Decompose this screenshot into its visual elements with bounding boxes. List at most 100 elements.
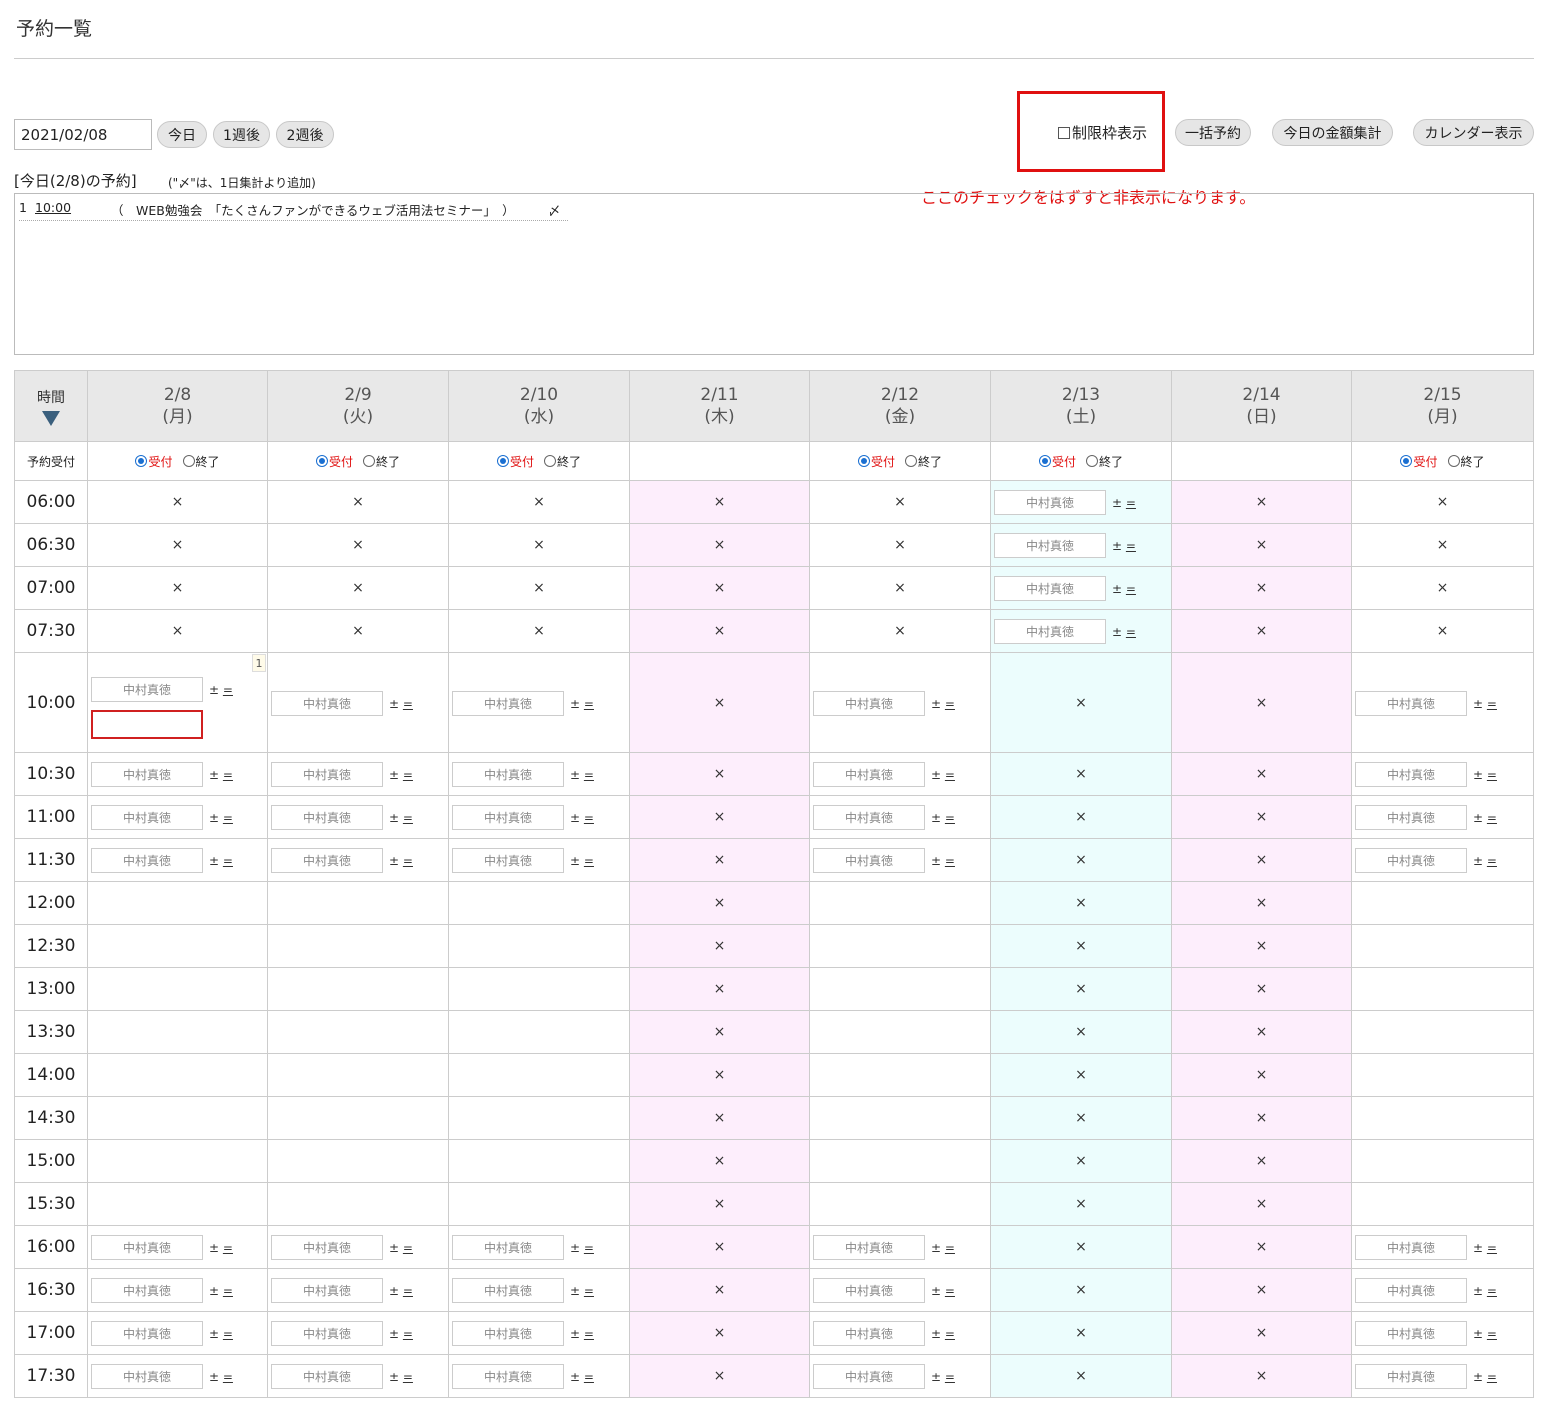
equals-icon[interactable]: = — [1487, 1241, 1497, 1255]
adjust-controls[interactable]: ± = — [931, 768, 955, 782]
time-slot-cell[interactable]: × — [630, 753, 810, 796]
adjust-controls[interactable]: ± = — [570, 768, 594, 782]
time-slot-cell[interactable] — [810, 1097, 991, 1140]
time-slot-cell[interactable]: 中村真徳 ± = — [449, 1355, 630, 1398]
time-slot-cell[interactable]: 中村真徳 ± = — [1352, 653, 1534, 753]
adjust-controls[interactable]: ± = — [1473, 1327, 1497, 1341]
time-slot-cell[interactable] — [268, 1183, 449, 1226]
time-slot-cell[interactable]: × — [1172, 925, 1352, 968]
staff-name-field[interactable]: 中村真徳 — [813, 1364, 925, 1389]
equals-icon[interactable]: = — [403, 1241, 413, 1255]
plus-minus-icon[interactable]: ± — [209, 811, 219, 825]
time-slot-cell[interactable]: × — [1172, 753, 1352, 796]
time-slot-cell[interactable] — [1352, 1054, 1534, 1097]
time-slot-cell[interactable]: 中村真徳 ± = — [991, 567, 1172, 610]
limit-frame-toggle[interactable]: 制限枠表示 — [1058, 122, 1147, 143]
time-slot-cell[interactable]: × — [630, 567, 810, 610]
plus-minus-icon[interactable]: ± — [389, 768, 399, 782]
time-slot-cell[interactable]: × — [991, 1183, 1172, 1226]
time-slot-cell[interactable]: × — [630, 1054, 810, 1097]
time-slot-cell[interactable]: 中村真徳 ± = — [810, 1269, 991, 1312]
time-slot-cell[interactable]: × — [630, 1140, 810, 1183]
time-slot-cell[interactable] — [1352, 882, 1534, 925]
adjust-controls[interactable]: ± = — [1473, 1370, 1497, 1384]
accept-radio[interactable] — [135, 455, 148, 467]
plus-minus-icon[interactable]: ± — [389, 854, 399, 868]
staff-name-field[interactable]: 中村真徳 — [271, 848, 383, 873]
time-slot-cell[interactable]: × — [991, 1054, 1172, 1097]
time-slot-cell[interactable]: × — [991, 839, 1172, 882]
staff-name-field[interactable]: 中村真徳 — [1355, 1278, 1467, 1303]
staff-name-field[interactable]: 中村真徳 — [271, 762, 383, 787]
staff-name-field[interactable]: 中村真徳 — [271, 1321, 383, 1346]
plus-minus-icon[interactable]: ± — [1473, 854, 1483, 868]
adjust-controls[interactable]: ± = — [389, 811, 413, 825]
time-slot-cell[interactable] — [1352, 925, 1534, 968]
time-slot-cell[interactable]: 中村真徳 ± = — [449, 1312, 630, 1355]
time-slot-cell[interactable]: × — [630, 653, 810, 753]
time-slot-cell[interactable]: × — [88, 524, 268, 567]
time-slot-cell[interactable]: 中村真徳 ± = — [1352, 1312, 1534, 1355]
equals-icon[interactable]: = — [403, 854, 413, 868]
new-entry-field[interactable] — [91, 710, 203, 739]
time-slot-cell[interactable]: × — [630, 481, 810, 524]
staff-name-field[interactable]: 中村真徳 — [813, 1235, 925, 1260]
time-slot-cell[interactable]: × — [268, 481, 449, 524]
time-slot-cell[interactable] — [449, 925, 630, 968]
time-slot-cell[interactable]: 中村真徳 ± = — [449, 839, 630, 882]
plus-minus-icon[interactable]: ± — [931, 1241, 941, 1255]
time-slot-cell[interactable]: 中村真徳 ± = — [449, 1269, 630, 1312]
time-slot-cell[interactable]: 中村真徳 ± = — [810, 653, 991, 753]
plus-minus-icon[interactable]: ± — [389, 1370, 399, 1384]
equals-icon[interactable]: = — [584, 768, 594, 782]
adjust-controls[interactable]: ± = — [931, 1370, 955, 1384]
bulk-reservation-button[interactable]: 一括予約 — [1175, 119, 1251, 146]
equals-icon[interactable]: = — [1487, 697, 1497, 711]
today-sum-button[interactable]: 今日の金額集計 — [1272, 119, 1393, 146]
time-slot-cell[interactable] — [268, 1097, 449, 1140]
staff-name-field[interactable]: 中村真徳 — [994, 490, 1106, 515]
time-slot-cell[interactable]: × — [1172, 653, 1352, 753]
equals-icon[interactable]: = — [945, 1284, 955, 1298]
time-slot-cell[interactable] — [88, 1140, 268, 1183]
adjust-controls[interactable]: ± = — [1112, 496, 1136, 510]
time-slot-cell[interactable] — [1352, 1140, 1534, 1183]
time-slot-cell[interactable]: 中村真徳 ± = — [449, 796, 630, 839]
plus-minus-icon[interactable]: ± — [389, 1241, 399, 1255]
time-slot-cell[interactable]: × — [1172, 1140, 1352, 1183]
time-slot-cell[interactable]: × — [991, 653, 1172, 753]
time-slot-cell[interactable]: 中村真徳 ± = — [268, 796, 449, 839]
today-button[interactable]: 今日 — [157, 121, 207, 148]
staff-name-field[interactable]: 中村真徳 — [271, 691, 383, 716]
time-slot-cell[interactable]: × — [991, 925, 1172, 968]
time-slot-cell[interactable] — [1352, 1183, 1534, 1226]
time-slot-cell[interactable]: × — [1172, 968, 1352, 1011]
time-slot-cell[interactable]: 中村真徳 ± = — [991, 610, 1172, 653]
plus-minus-icon[interactable]: ± — [389, 697, 399, 711]
plus-minus-icon[interactable]: ± — [1473, 1327, 1483, 1341]
time-slot-cell[interactable]: 中村真徳 ± = — [88, 1312, 268, 1355]
adjust-controls[interactable]: ± = — [931, 1241, 955, 1255]
adjust-controls[interactable]: ± = — [1112, 582, 1136, 596]
staff-name-field[interactable]: 中村真徳 — [452, 1235, 564, 1260]
adjust-controls[interactable]: ± = — [931, 1327, 955, 1341]
staff-name-field[interactable]: 中村真徳 — [813, 1321, 925, 1346]
plus-minus-icon[interactable]: ± — [209, 1327, 219, 1341]
time-slot-cell[interactable]: 中村真徳 ± = — [88, 839, 268, 882]
time-slot-cell[interactable] — [268, 1140, 449, 1183]
time-slot-cell[interactable]: × — [630, 610, 810, 653]
equals-icon[interactable]: = — [403, 1327, 413, 1341]
equals-icon[interactable]: = — [1126, 582, 1136, 596]
adjust-controls[interactable]: ± = — [209, 683, 233, 697]
plus-minus-icon[interactable]: ± — [570, 1327, 580, 1341]
time-slot-cell[interactable]: × — [1172, 796, 1352, 839]
time-column-header[interactable]: 時間 — [15, 371, 88, 442]
plus-minus-icon[interactable]: ± — [1112, 582, 1122, 596]
plus-minus-icon[interactable]: ± — [1473, 768, 1483, 782]
staff-name-field[interactable]: 中村真徳 — [1355, 1235, 1467, 1260]
time-slot-cell[interactable]: × — [991, 1226, 1172, 1269]
equals-icon[interactable]: = — [1487, 1327, 1497, 1341]
equals-icon[interactable]: = — [584, 1241, 594, 1255]
time-slot-cell[interactable]: × — [449, 524, 630, 567]
equals-icon[interactable]: = — [223, 1370, 233, 1384]
